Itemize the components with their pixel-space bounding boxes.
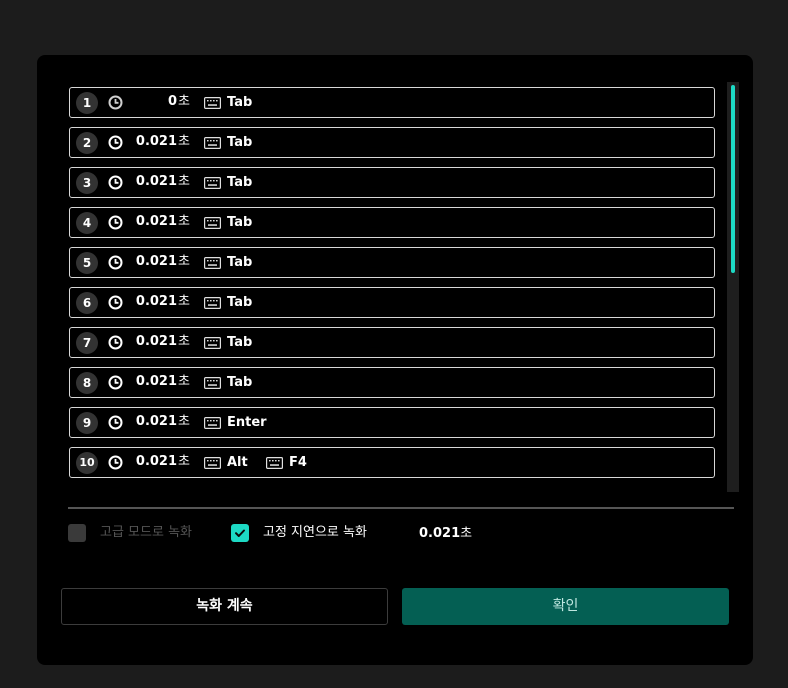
step-key-label: F4 [289,455,307,470]
clock-icon [108,135,123,150]
macro-step-row[interactable]: 4 0.021초 Tab [69,207,715,238]
step-key-label: Tab [227,175,253,190]
step-delay[interactable]: 0초 [126,93,190,111]
keyboard-icon [204,417,221,429]
step-delay[interactable]: 0.021초 [126,373,190,391]
macro-step-row[interactable]: 2 0.021초 Tab [69,127,715,158]
step-key-label: Alt [227,455,248,470]
step-key-label: Tab [227,135,253,150]
divider [68,507,734,509]
step-delay[interactable]: 0.021초 [126,413,190,431]
scrollbar[interactable] [727,82,739,492]
continue-recording-button[interactable]: 녹화 계속 [61,588,388,625]
step-delay-unit: 초 [178,214,190,229]
macro-step-row[interactable]: 5 0.021초 Tab [69,247,715,278]
step-key-label: Tab [227,335,253,350]
keyboard-icon [204,257,221,269]
scrollbar-thumb[interactable] [731,85,735,273]
keyboard-icon [204,137,221,149]
step-number: 6 [76,292,98,314]
macro-step-row[interactable]: 6 0.021초 Tab [69,287,715,318]
advanced-mode-label: 고급 모드로 녹화 [100,525,192,540]
keyboard-icon [204,97,221,109]
step-delay-value: 0.021 [135,174,178,189]
clock-icon [108,95,123,110]
step-number: 2 [76,132,98,154]
macro-record-dialog: 1 0초 Tab 2 0.021초 Tab 3 0.021초 Tab 4 0.021초 Tab 5 0.0… [37,55,753,665]
step-delay-unit: 초 [178,174,190,189]
step-delay[interactable]: 0.021초 [126,333,190,351]
clock-icon [108,295,123,310]
keyboard-icon [204,297,221,309]
step-delay-value: 0.021 [135,134,178,149]
step-number: 1 [76,92,98,114]
step-delay-value: 0.021 [135,294,178,309]
clock-icon [108,415,123,430]
step-key-label: Tab [227,375,253,390]
step-key-label: Tab [227,255,253,270]
macro-step-row[interactable]: 10 0.021초 Alt F4 [69,447,715,478]
step-number: 9 [76,412,98,434]
fixed-delay-checkbox[interactable] [231,524,249,542]
step-delay[interactable]: 0.021초 [126,213,190,231]
step-number: 7 [76,332,98,354]
keyboard-icon [204,177,221,189]
step-key-label: Enter [227,415,267,430]
step-delay-unit: 초 [178,374,190,389]
step-delay-unit: 초 [178,94,190,109]
step-delay-unit: 초 [178,134,190,149]
keyboard-icon [204,217,221,229]
fixed-delay-number: 0.021 [419,526,461,541]
step-delay-value: 0.021 [135,454,178,469]
step-number: 3 [76,172,98,194]
macro-step-row[interactable]: 9 0.021초 Enter [69,407,715,438]
step-key-label: Tab [227,95,253,110]
step-delay[interactable]: 0.021초 [126,293,190,311]
keyboard-icon [204,377,221,389]
clock-icon [108,215,123,230]
fixed-delay-label: 고정 지연으로 녹화 [263,525,367,540]
clock-icon [108,335,123,350]
macro-step-row[interactable]: 1 0초 Tab [69,87,715,118]
step-number: 4 [76,212,98,234]
step-delay[interactable]: 0.021초 [126,253,190,271]
confirm-button[interactable]: 확인 [402,588,729,625]
advanced-mode-checkbox[interactable] [68,524,86,542]
step-delay-value: 0.021 [135,414,178,429]
step-delay-unit: 초 [178,414,190,429]
keyboard-icon [204,337,221,349]
clock-icon [108,175,123,190]
clock-icon [108,455,123,470]
clock-icon [108,255,123,270]
step-delay-unit: 초 [178,334,190,349]
step-delay-value: 0.021 [135,214,178,229]
step-delay-unit: 초 [178,294,190,309]
macro-step-row[interactable]: 3 0.021초 Tab [69,167,715,198]
step-number: 10 [76,452,98,474]
step-delay-unit: 초 [178,454,190,469]
step-number: 5 [76,252,98,274]
step-number: 8 [76,372,98,394]
step-delay[interactable]: 0.021초 [126,133,190,151]
fixed-delay-value[interactable]: 0.021초 [419,525,472,543]
step-delay[interactable]: 0.021초 [126,173,190,191]
step-delay-value: 0.021 [135,374,178,389]
step-delay-value: 0.021 [135,334,178,349]
macro-step-row[interactable]: 8 0.021초 Tab [69,367,715,398]
step-delay-unit: 초 [178,254,190,269]
step-key-label: Tab [227,215,253,230]
keyboard-icon [204,457,221,469]
clock-icon [108,375,123,390]
step-delay-value: 0 [167,94,178,109]
step-key-label: Tab [227,295,253,310]
step-delay[interactable]: 0.021초 [126,453,190,471]
keyboard-icon [266,457,283,469]
fixed-delay-unit: 초 [460,526,473,541]
macro-step-list[interactable]: 1 0초 Tab 2 0.021초 Tab 3 0.021초 Tab 4 0.021초 Tab 5 0.0… [67,82,719,492]
macro-step-row[interactable]: 7 0.021초 Tab [69,327,715,358]
checkmark-icon [235,529,245,537]
step-delay-value: 0.021 [135,254,178,269]
